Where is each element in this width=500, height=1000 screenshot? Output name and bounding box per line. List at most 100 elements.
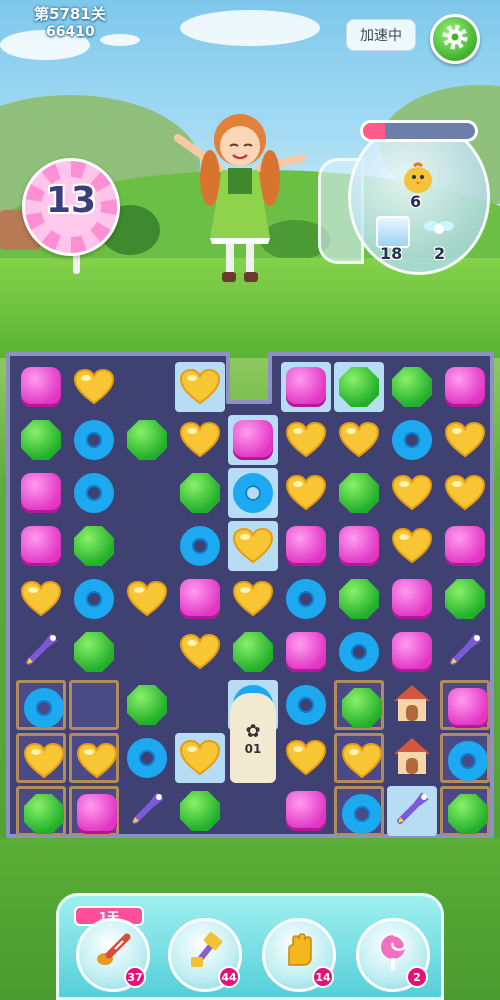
board-cell[interactable] [122, 786, 172, 836]
board-cell[interactable] [69, 733, 119, 783]
board-cell[interactable] [387, 627, 437, 677]
tile [389, 576, 435, 622]
score-value: 66410 [46, 24, 95, 40]
board-cell[interactable] [387, 574, 437, 624]
yellow-heart-candy [285, 421, 327, 458]
board-cell[interactable] [440, 627, 490, 677]
board-cell[interactable] [122, 468, 172, 518]
game-board: ✿ 01 [4, 350, 496, 840]
board-cell[interactable] [334, 362, 384, 412]
board-cell[interactable] [69, 468, 119, 518]
board-cell[interactable] [16, 627, 66, 677]
board-cell[interactable] [175, 362, 225, 412]
board-cell[interactable] [334, 786, 384, 836]
board-cell[interactable] [281, 680, 331, 730]
board-cell[interactable] [175, 574, 225, 624]
board-cell[interactable]: ✿ 01 [228, 693, 278, 783]
blue-donut-candy [24, 688, 64, 728]
board-cell[interactable] [175, 786, 225, 836]
board-cell[interactable] [228, 574, 278, 624]
board-cell[interactable] [281, 415, 331, 465]
board-cell[interactable] [440, 786, 490, 836]
board-cell[interactable] [122, 574, 172, 624]
tile [18, 364, 64, 410]
board-cell[interactable] [387, 521, 437, 571]
board-cell[interactable] [175, 415, 225, 465]
board-cell[interactable] [334, 574, 384, 624]
board-cell[interactable] [440, 574, 490, 624]
board-cell[interactable] [440, 415, 490, 465]
board-cell[interactable] [387, 786, 437, 836]
board-cell[interactable] [16, 415, 66, 465]
board-cell[interactable] [69, 415, 119, 465]
board-cell[interactable] [440, 733, 490, 783]
board-cell[interactable] [334, 733, 384, 783]
board-cell[interactable] [387, 733, 437, 783]
tower-obstacle: ✿ 01 [230, 693, 276, 783]
board-cell[interactable] [16, 733, 66, 783]
blue-donut-candy [74, 579, 114, 619]
board-cell[interactable] [228, 627, 278, 677]
board-cell[interactable] [440, 680, 490, 730]
board-cell[interactable] [387, 362, 437, 412]
board-cell[interactable] [334, 415, 384, 465]
board-cell[interactable] [281, 521, 331, 571]
board-cell[interactable] [16, 786, 66, 836]
board-cell[interactable] [281, 733, 331, 783]
tile [74, 738, 120, 784]
board-cell[interactable] [16, 680, 66, 730]
board-cell[interactable] [228, 468, 278, 518]
board-cell[interactable] [281, 362, 331, 412]
blue-donut-candy [339, 632, 379, 672]
board-cell[interactable] [228, 415, 278, 465]
board-cell[interactable] [440, 468, 490, 518]
board-cell[interactable] [16, 574, 66, 624]
board-cell[interactable] [69, 680, 119, 730]
board-cell[interactable] [122, 415, 172, 465]
board-cell[interactable] [334, 627, 384, 677]
board-cell[interactable] [228, 521, 278, 571]
board-cell[interactable] [122, 627, 172, 677]
board-cell[interactable] [440, 362, 490, 412]
board-cell[interactable] [387, 680, 437, 730]
board-cell[interactable] [387, 415, 437, 465]
board-cell[interactable] [281, 468, 331, 518]
board-cell[interactable] [69, 786, 119, 836]
board-cell[interactable] [69, 521, 119, 571]
board-cell[interactable] [281, 627, 331, 677]
character-girl [170, 98, 310, 288]
speed-up-button[interactable]: 加速中 [346, 19, 416, 51]
board-cell[interactable] [175, 627, 225, 677]
tile [18, 470, 64, 516]
board-cell[interactable] [16, 362, 66, 412]
board-cell[interactable] [69, 627, 119, 677]
board-cell[interactable] [440, 521, 490, 571]
board-cell[interactable] [334, 468, 384, 518]
settings-button[interactable] [430, 14, 480, 64]
board-cell[interactable] [387, 468, 437, 518]
board-cell[interactable] [16, 468, 66, 518]
blue-donut-candy [286, 579, 326, 619]
tile [124, 417, 170, 463]
board-cell[interactable] [175, 680, 225, 730]
board-cell[interactable] [122, 521, 172, 571]
board-cell[interactable] [281, 786, 331, 836]
board-cell[interactable] [228, 786, 278, 836]
goal-progress-bar [360, 120, 478, 142]
board-cell[interactable] [69, 574, 119, 624]
tile [230, 470, 276, 516]
board-cell[interactable] [281, 574, 331, 624]
board-cell[interactable] [334, 521, 384, 571]
board-cell[interactable] [122, 733, 172, 783]
board-cell[interactable] [69, 362, 119, 412]
board-cell[interactable] [122, 680, 172, 730]
hammer-booster-count: 44 [218, 966, 240, 988]
board-cell[interactable] [334, 680, 384, 730]
tile [71, 470, 117, 516]
board-cell[interactable] [175, 733, 225, 783]
pink-candy [21, 526, 61, 566]
board-cell[interactable] [175, 521, 225, 571]
board-cell[interactable] [175, 468, 225, 518]
board-cell[interactable] [16, 521, 66, 571]
tile [389, 417, 435, 463]
